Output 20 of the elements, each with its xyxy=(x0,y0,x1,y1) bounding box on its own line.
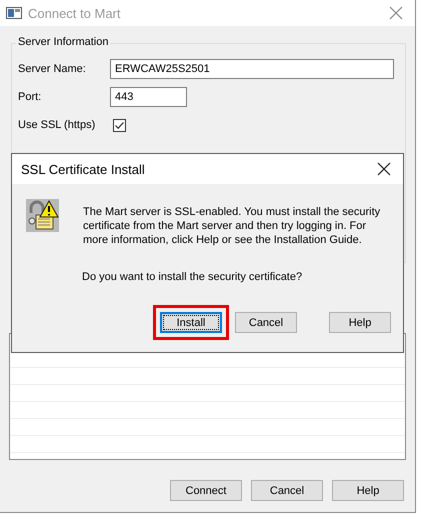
dialog-button[interactable]: Connect xyxy=(170,480,242,501)
text-field[interactable]: 443 xyxy=(110,87,187,107)
group-title: Server Information xyxy=(16,36,110,48)
field-label: Server Name: xyxy=(18,63,87,75)
text-field[interactable]: ERWCAW25S2501 xyxy=(110,59,394,79)
field-label: Port: xyxy=(18,91,42,103)
app-icon xyxy=(6,7,22,19)
dialog-button[interactable]: Install xyxy=(160,312,222,333)
dialog-button[interactable]: Help xyxy=(329,312,391,333)
checkbox[interactable] xyxy=(113,118,126,132)
lock-warning-icon xyxy=(26,199,59,232)
window-title: Connect to Mart xyxy=(28,6,122,20)
dialog-button[interactable]: Help xyxy=(332,480,404,501)
dialog-message: The Mart server is SSL-enabled. You must install the security certificate from the Mart server and then try logging in. For more information, click Help or see the Installation Guide. xyxy=(83,205,382,247)
dialog-question: Do you want to install the security certificate? xyxy=(82,271,304,283)
dialog-title: SSL Certificate Install xyxy=(21,162,146,176)
close-icon[interactable] xyxy=(377,162,391,176)
dialog-button[interactable]: Cancel xyxy=(235,312,297,333)
dialog-button[interactable]: Cancel xyxy=(251,480,323,501)
checkbox-label: Use SSL (https) xyxy=(18,119,96,131)
